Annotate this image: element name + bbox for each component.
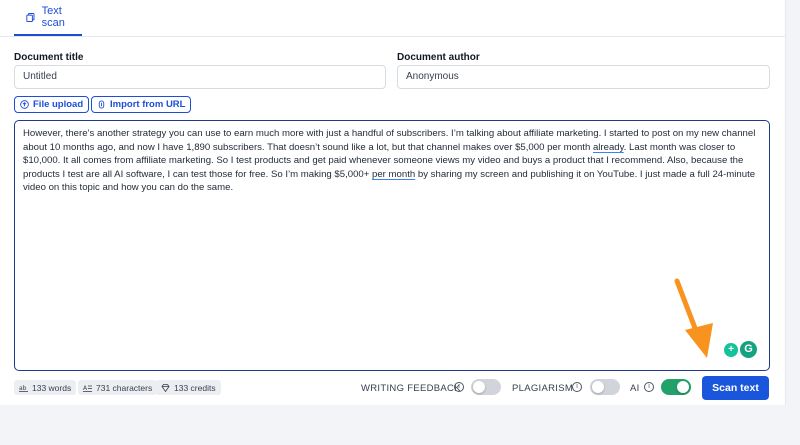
grammar-suggestion-already[interactable]: already [593,142,624,153]
grammarly-icon[interactable]: G [740,341,757,358]
import-url-button[interactable]: Import from URL [91,96,192,113]
grammar-suggestion-per-month[interactable]: per month [372,169,415,180]
editor-text: However, there’s another strategy you ca… [23,128,756,193]
upload-icon [20,100,29,109]
svg-text:A: A [83,385,88,392]
link-icon [98,100,105,109]
tab-label: Text scan [41,5,65,29]
plagiarism-info-icon[interactable]: i [572,382,582,392]
diamond-icon [161,383,170,392]
writing-feedback-info-icon[interactable]: i [454,382,464,392]
characters-icon: A [83,385,92,392]
text-editor[interactable]: However, there’s another strategy you ca… [14,120,770,371]
svg-text:ab: ab [19,385,27,392]
document-title-input[interactable]: Untitled [14,65,386,89]
tab-text-scan[interactable]: Text scan [14,0,82,36]
file-upload-label: File upload [33,99,84,110]
document-title-label: Document title [14,52,84,63]
documents-icon [26,12,35,22]
words-icon: ab [19,385,28,392]
writing-feedback-toggle[interactable] [471,379,501,395]
document-author-input[interactable]: Anonymous [397,65,770,89]
import-url-label: Import from URL [110,99,186,110]
tab-bar: Text scan [0,0,785,37]
character-count-chip: A 731 characters [78,380,158,395]
word-count-chip: ab 133 words [14,380,77,395]
ai-info-icon[interactable]: i [644,382,654,392]
scan-panel: Text scan Document title Untitled Docume… [0,0,786,405]
credits-chip: 133 credits [156,380,221,395]
annotation-arrow [674,278,713,358]
document-author-label: Document author [397,52,480,63]
scan-text-button[interactable]: Scan text [702,376,769,400]
plagiarism-label: PLAGIARISM [512,383,574,394]
grammarly-suggestion-icon[interactable]: + [724,343,738,357]
ai-label: AI [630,383,640,394]
ai-toggle[interactable] [661,379,691,395]
plagiarism-toggle[interactable] [590,379,620,395]
writing-feedback-label: WRITING FEEDBACK [361,383,461,394]
file-upload-button[interactable]: File upload [14,96,90,113]
